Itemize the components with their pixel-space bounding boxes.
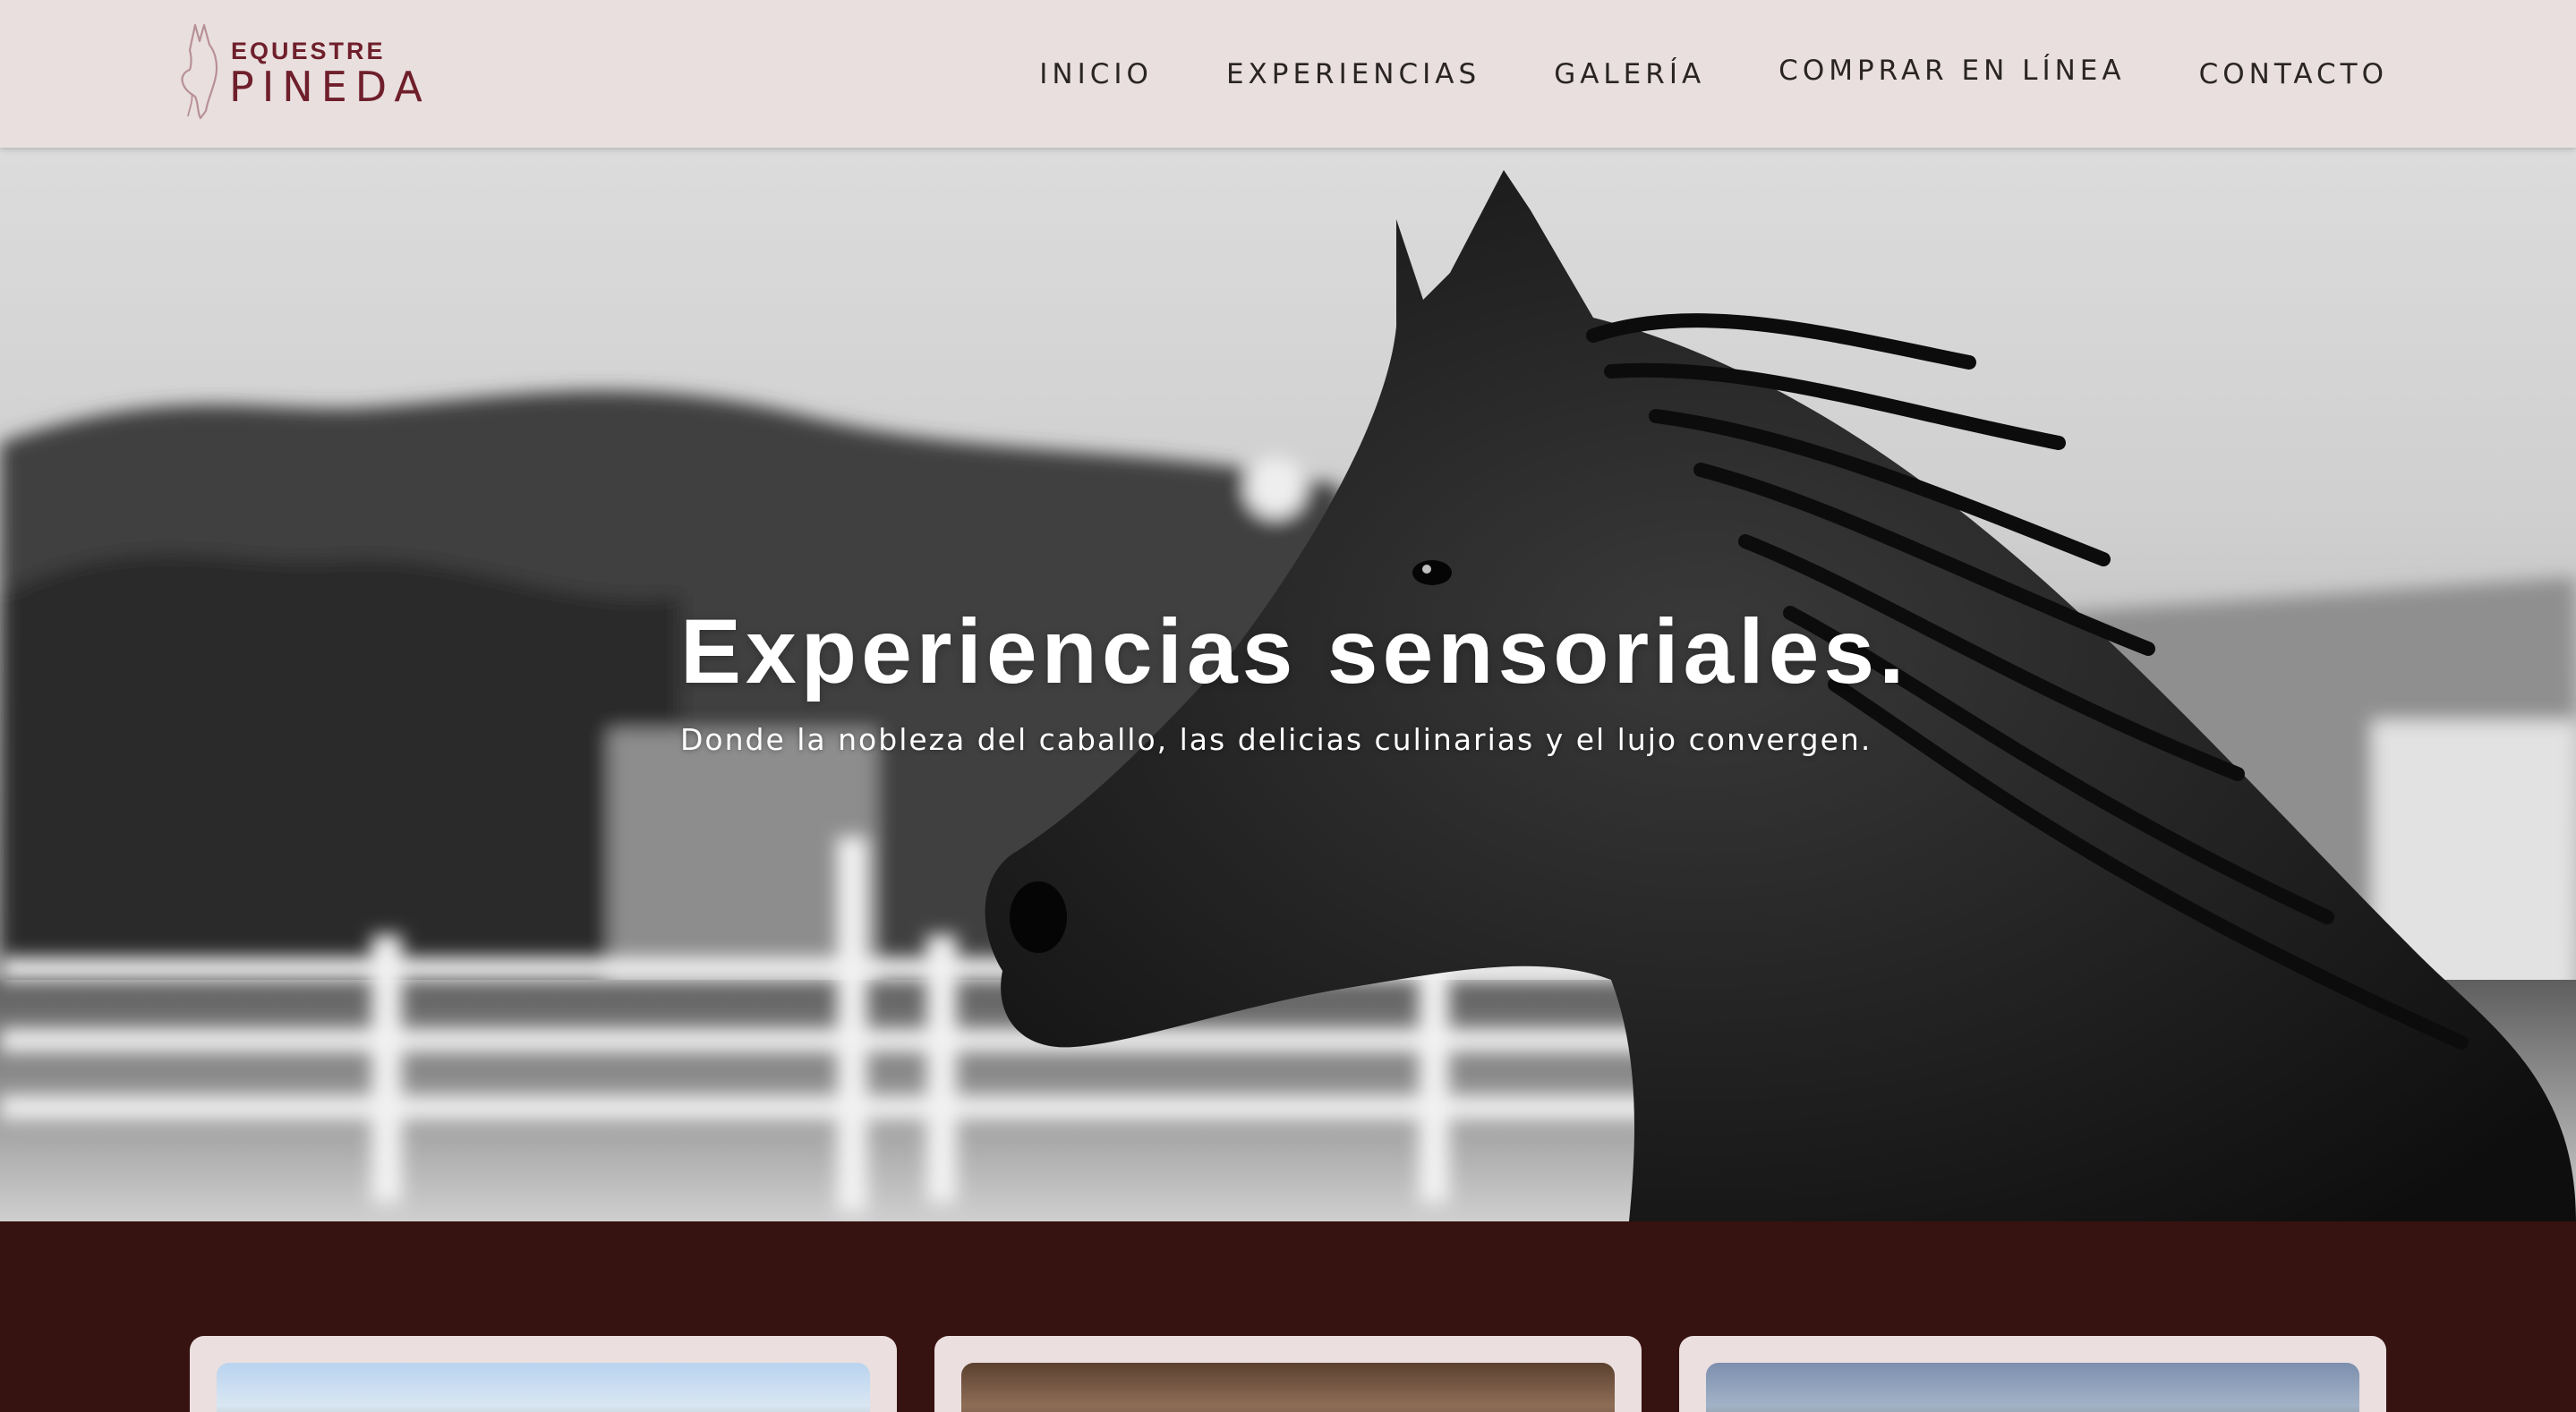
experience-card[interactable] bbox=[934, 1336, 1642, 1412]
brand-logo[interactable]: EQUESTRE PINEDA bbox=[170, 18, 422, 125]
experience-card[interactable] bbox=[190, 1336, 897, 1412]
nav-item-comprar-en-linea[interactable]: COMPRAR EN LÍNEA bbox=[1778, 55, 2125, 87]
experience-cards-section bbox=[0, 1221, 2576, 1412]
card-image bbox=[217, 1363, 870, 1412]
brand-top-text: EQUESTRE bbox=[231, 38, 386, 64]
site-header: EQUESTRE PINEDA INICIO EXPERIENCIAS GALE… bbox=[0, 0, 2576, 148]
hero-section: Experiencias sensoriales. Donde la noble… bbox=[0, 148, 2576, 1221]
nav-item-inicio[interactable]: INICIO bbox=[1039, 58, 1153, 90]
brand-name: PINEDA bbox=[229, 63, 431, 111]
experience-card[interactable] bbox=[1679, 1336, 2386, 1412]
nav-item-contacto[interactable]: CONTACTO bbox=[2199, 58, 2388, 90]
hero-subtitle: Donde la nobleza del caballo, las delici… bbox=[680, 722, 1872, 757]
card-image bbox=[1706, 1363, 2359, 1412]
main-nav: INICIO EXPERIENCIAS GALERÍA COMPRAR EN L… bbox=[1039, 0, 2388, 148]
nav-item-galeria[interactable]: GALERÍA bbox=[1554, 58, 1705, 90]
nav-item-experiencias[interactable]: EXPERIENCIAS bbox=[1226, 58, 1480, 90]
card-image bbox=[961, 1363, 1615, 1412]
hero-title: Experiencias sensoriales. bbox=[680, 600, 1909, 702]
horse-head-logo-icon bbox=[181, 23, 218, 120]
